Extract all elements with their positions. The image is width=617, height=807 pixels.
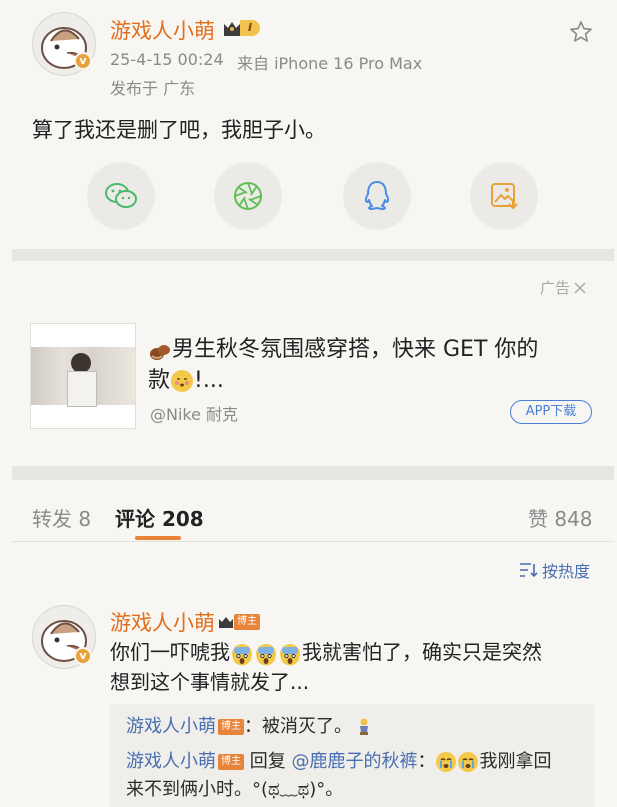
section-divider <box>12 466 614 480</box>
comment-text-part2: 我就害怕了，确实只是突然 <box>302 640 542 664</box>
sort-icon <box>520 563 538 578</box>
tab-repost[interactable]: 转发 8 <box>32 503 91 532</box>
section-divider <box>12 249 614 261</box>
level-badge: I <box>240 20 261 36</box>
reply-item[interactable]: 游戏人小萌 博主 ：被消灭了。 <box>126 714 372 740</box>
crown-level-badge: I <box>222 19 261 37</box>
reply-text: ： <box>417 751 436 772</box>
post-text: 算了我还是删了吧，我胆子小。 <box>32 118 326 142</box>
reply-item[interactable]: 游戏人小萌 博主 回复 @鹿鹿子的秋裤： 我刚拿回 来不到俩小时。°(ಥ﹏ಥ)°。 <box>126 748 586 804</box>
sort-by-hotness-button[interactable]: 按热度 <box>518 558 590 582</box>
reply-text-2: 我刚拿回 <box>479 751 552 772</box>
moments-icon <box>234 182 262 210</box>
favorite-star-icon[interactable] <box>569 20 593 48</box>
share-qq-button[interactable] <box>343 162 411 230</box>
scared-emoji-icon <box>280 643 300 665</box>
ad-title-line2: 款 <box>148 368 171 393</box>
post-source: 来自 iPhone 16 Pro Max <box>237 54 423 73</box>
reply-text: ：被消灭了。 <box>244 716 352 737</box>
tab-likes[interactable]: 赞 848 <box>528 503 593 532</box>
reply-prefix: 回复 <box>249 751 286 772</box>
blushing-emoji-icon <box>171 370 194 392</box>
save-image-button[interactable] <box>470 162 538 230</box>
ad-photo <box>31 347 135 407</box>
ad-label[interactable]: 广告 <box>540 277 587 298</box>
comment-text: 你们一吓唬我 我就害怕了，确实只是突然 想到这个事情就发了... <box>110 637 600 697</box>
tab-comments[interactable]: 评论 208 <box>115 503 204 532</box>
crying-emoji-icon <box>458 752 479 772</box>
sort-label: 按热度 <box>542 562 591 581</box>
crying-emoji-icon <box>436 752 457 772</box>
save-image-icon <box>491 183 518 210</box>
crown-icon <box>224 22 240 36</box>
ad-label-text: 广告 <box>540 279 571 297</box>
close-icon[interactable] <box>573 281 587 295</box>
blogger-badge: 博主 <box>234 614 260 630</box>
comment-author-name[interactable]: 游戏人小萌 <box>110 607 215 637</box>
scared-emoji-icon <box>232 643 252 665</box>
reply-author-name[interactable]: 游戏人小萌 <box>126 751 216 772</box>
share-wechat-button[interactable] <box>87 162 155 230</box>
ad-title-suffix: !... <box>194 368 224 393</box>
post-location: 发布于 广东 <box>110 79 196 98</box>
comment-author-line: 游戏人小萌 博主 <box>110 607 260 637</box>
crown-icon <box>219 617 233 628</box>
comment-text-line2: 想到这个事情就发了... <box>110 670 310 694</box>
verified-badge-icon: v <box>74 647 92 665</box>
chestnut-emoji-icon <box>148 340 172 360</box>
ad-image[interactable] <box>30 323 136 429</box>
app-download-button[interactable]: APP下载 <box>510 400 592 424</box>
reply-mention-link[interactable]: @鹿鹿子的秋裤 <box>291 751 417 772</box>
scared-emoji-icon <box>256 643 276 665</box>
post-author-name[interactable]: 游戏人小萌 <box>110 15 215 45</box>
active-tab-indicator <box>135 536 181 540</box>
kneeling-person-emoji-icon <box>356 718 372 736</box>
qq-icon <box>364 181 390 210</box>
reply-text-line2: 来不到俩小时。°(ಥ﹏ಥ)°。 <box>126 779 344 800</box>
share-moments-button[interactable] <box>214 162 282 230</box>
reply-author-name[interactable]: 游戏人小萌 <box>126 716 216 737</box>
verified-badge-icon: v <box>74 52 92 70</box>
ad-brand[interactable]: @Nike 耐克 <box>150 401 238 425</box>
blogger-badge: 博主 <box>218 754 244 770</box>
tabs-bottom-border <box>12 541 614 542</box>
wechat-icon <box>105 183 137 208</box>
blogger-badge: 博主 <box>218 719 244 735</box>
comment-text-part1: 你们一吓唬我 <box>110 640 230 664</box>
post-timestamp: 25-4-15 00:24 <box>110 50 224 69</box>
ad-title-line1: 男生秋冬氛围感穿搭，快来 GET 你的 <box>172 337 539 362</box>
ad-title[interactable]: 男生秋冬氛围感穿搭，快来 GET 你的 款 !... <box>148 334 588 396</box>
